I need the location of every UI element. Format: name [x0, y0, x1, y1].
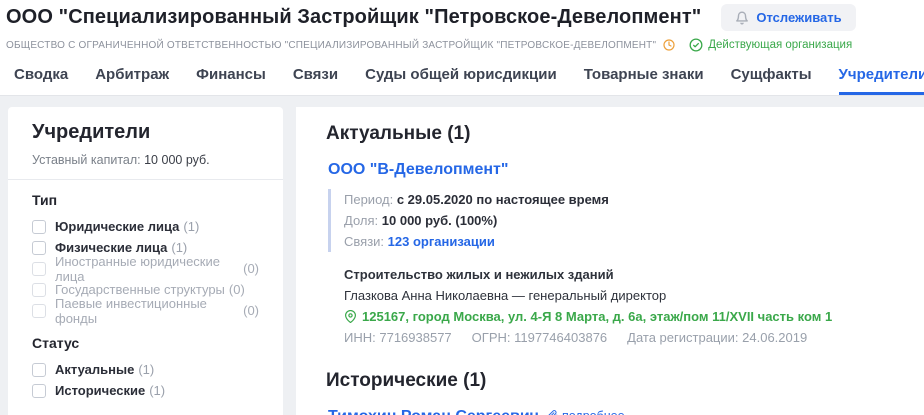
- links-row: Связи: 123 организации: [344, 231, 904, 252]
- founder-entry-company: ООО "В-Девелопмент" Период: с 29.05.2020…: [328, 161, 904, 348]
- tab-arbitrazh[interactable]: Арбитраж: [95, 64, 169, 95]
- inn-value: 7716938577: [379, 330, 451, 345]
- bell-icon: [735, 11, 749, 25]
- status-badge-label: Действующая организация: [708, 39, 852, 51]
- actual-heading: Актуальные (1): [326, 123, 904, 145]
- address-row: 125167, город Москва, ул. 4-Я 8 Марта, д…: [344, 306, 904, 327]
- tab-uchrediteli[interactable]: Учредители: [839, 64, 924, 95]
- tab-suschfakty[interactable]: Сущфакты: [731, 64, 812, 95]
- tab-bar: Сводка Арбитраж Финансы Связи Суды общей…: [0, 64, 924, 96]
- activity-row: Строительство жилых и нежилых зданий: [344, 264, 904, 285]
- company-details: Строительство жилых и нежилых зданий Гла…: [344, 264, 904, 348]
- reg-date-value: 24.06.2019: [742, 330, 807, 345]
- person-link[interactable]: Тимохин Роман Сергеевич: [328, 408, 539, 415]
- checkbox: [32, 283, 46, 297]
- checkbox: [32, 304, 46, 318]
- director-row: Глазкова Анна Николаевна — генеральный д…: [344, 285, 904, 306]
- sidebar-divider: [8, 179, 283, 180]
- tab-svyazi[interactable]: Связи: [293, 64, 338, 95]
- filter-foreign-entities: Иностранные юридические лица (0): [32, 258, 259, 279]
- historical-heading: Исторические (1): [326, 370, 904, 392]
- company-link[interactable]: ООО "В-Девелопмент": [328, 161, 508, 178]
- period-row: Период: с 29.05.2020 по настоящее время: [344, 189, 904, 210]
- checkbox: [32, 262, 46, 276]
- clock-icon: [663, 39, 675, 51]
- filter-legal-entities[interactable]: Юридические лица (1): [32, 216, 259, 237]
- checkbox[interactable]: [32, 384, 46, 398]
- paperclip-icon: [547, 410, 558, 415]
- status-badge: Действующая организация: [689, 38, 852, 52]
- filters-sidebar: Учредители Уставный капитал: 10 000 руб.…: [8, 107, 283, 415]
- tab-svodka[interactable]: Сводка: [14, 64, 68, 95]
- ogrn-value: 1197746403876: [514, 330, 607, 345]
- check-circle-icon: [689, 38, 703, 52]
- follow-button-label: Отслеживать: [756, 10, 841, 25]
- checkbox[interactable]: [32, 220, 46, 234]
- inn-label: ИНН:: [344, 330, 376, 345]
- details-link[interactable]: подробнее: [547, 409, 625, 415]
- sidebar-title: Учредители: [32, 121, 259, 144]
- map-pin-icon: [344, 310, 357, 323]
- filter-actual[interactable]: Актуальные (1): [32, 359, 259, 380]
- ogrn-label: ОГРН:: [472, 330, 511, 345]
- links-count-link[interactable]: 123 организации: [388, 234, 495, 249]
- filter-investment-funds: Паевые инвестиционные фонды (0): [32, 300, 259, 321]
- company-full-name: ОБЩЕСТВО С ОГРАНИЧЕННОЙ ОТВЕТСТВЕННОСТЬЮ…: [6, 40, 656, 51]
- reg-date-label: Дата регистрации:: [627, 330, 738, 345]
- founders-main: Актуальные (1) ООО "В-Девелопмент" Перио…: [296, 107, 924, 415]
- tab-tovarnye-znaki[interactable]: Товарные знаки: [584, 64, 704, 95]
- share-row: Доля: 10 000 руб. (100%): [344, 210, 904, 231]
- filter-group-type: Тип: [32, 192, 259, 208]
- address-text: 125167, город Москва, ул. 4-Я 8 Марта, д…: [362, 306, 832, 327]
- tab-finansy[interactable]: Финансы: [196, 64, 266, 95]
- company-info-block: Период: с 29.05.2020 по настоящее время …: [328, 189, 904, 252]
- filter-group-status: Статус: [32, 335, 259, 351]
- filter-historical[interactable]: Исторические (1): [32, 380, 259, 401]
- tab-sudy[interactable]: Суды общей юрисдикции: [365, 64, 557, 95]
- checkbox[interactable]: [32, 363, 46, 377]
- page-header: ООО "Специализированный Застройщик "Петр…: [0, 0, 924, 52]
- checkbox[interactable]: [32, 241, 46, 255]
- registry-row: ИНН: 7716938577 ОГРН: 1197746403876 Дата…: [344, 327, 904, 348]
- company-title: ООО "Специализированный Застройщик "Петр…: [6, 6, 701, 29]
- follow-button[interactable]: Отслеживать: [721, 4, 855, 31]
- details-link-label: подробнее: [562, 409, 625, 415]
- charter-capital: Уставный капитал: 10 000 руб.: [32, 153, 259, 167]
- founder-entry-person: Тимохин Роман Сергеевичподробнее Период:…: [328, 408, 904, 415]
- content-area: Учредители Уставный капитал: 10 000 руб.…: [0, 96, 924, 415]
